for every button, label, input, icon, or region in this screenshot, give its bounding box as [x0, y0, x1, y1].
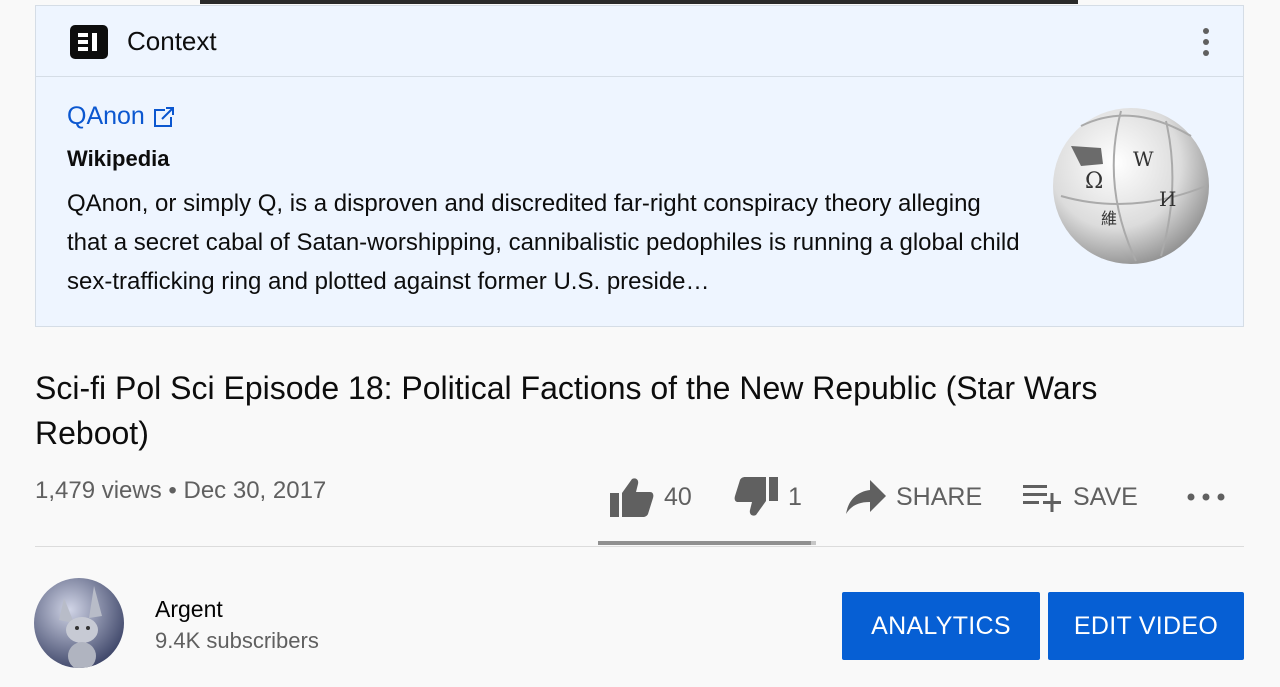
- context-title: Context: [127, 26, 217, 56]
- share-label: SHARE: [896, 482, 983, 511]
- svg-text:維: 維: [1101, 209, 1117, 228]
- share-arrow-icon: [846, 480, 886, 514]
- like-button[interactable]: 40: [610, 470, 692, 524]
- channel-name[interactable]: Argent: [155, 596, 223, 623]
- context-description: QAnon, or simply Q, is a disproven and d…: [67, 190, 1020, 295]
- player-bottom-edge: [200, 0, 1078, 4]
- wikipedia-globe-icon: Ω W И 維: [1053, 108, 1209, 264]
- playlist-add-icon: [1023, 485, 1061, 512]
- context-link[interactable]: QAnon: [67, 102, 175, 131]
- save-button[interactable]: SAVE: [1023, 470, 1138, 524]
- like-dislike-ratio-bar: [598, 541, 816, 545]
- analytics-button[interactable]: ANALYTICS: [842, 592, 1040, 660]
- thumbs-up-icon: [610, 478, 654, 517]
- thumbs-down-icon: [734, 477, 778, 516]
- dislike-count: 1: [788, 482, 802, 511]
- dislike-button[interactable]: 1: [734, 470, 802, 524]
- edit-video-button[interactable]: EDIT VIDEO: [1048, 592, 1244, 660]
- like-ratio-fill: [598, 541, 811, 545]
- context-source: Wikipedia: [67, 146, 170, 171]
- save-label: SAVE: [1073, 482, 1138, 511]
- article-icon: [70, 25, 108, 59]
- svg-text:И: И: [1159, 187, 1176, 211]
- like-count: 40: [664, 482, 692, 511]
- view-count: 1,479 views: [35, 477, 162, 504]
- more-actions-button[interactable]: [1186, 470, 1226, 524]
- section-divider: [35, 546, 1244, 547]
- context-header: Context: [36, 6, 1243, 77]
- subscriber-count: 9.4K subscribers: [155, 628, 319, 653]
- svg-text:Ω: Ω: [1085, 169, 1103, 194]
- external-link-icon: [153, 106, 175, 127]
- more-horiz-icon: [1187, 493, 1225, 501]
- meta-separator: •: [168, 477, 177, 504]
- svg-text:W: W: [1133, 147, 1154, 171]
- more-vert-icon[interactable]: [1202, 28, 1210, 58]
- context-panel: Context QAnon Wikipedia QAnon, or simply…: [35, 5, 1244, 327]
- video-meta: 1,479 views • Dec 30, 2017: [35, 477, 326, 505]
- channel-avatar[interactable]: [34, 578, 124, 668]
- upload-date: Dec 30, 2017: [183, 477, 327, 504]
- video-title: Sci-fi Pol Sci Episode 18: Political Fac…: [35, 370, 1098, 451]
- share-button[interactable]: SHARE: [846, 470, 982, 524]
- context-link-label[interactable]: QAnon: [67, 102, 145, 131]
